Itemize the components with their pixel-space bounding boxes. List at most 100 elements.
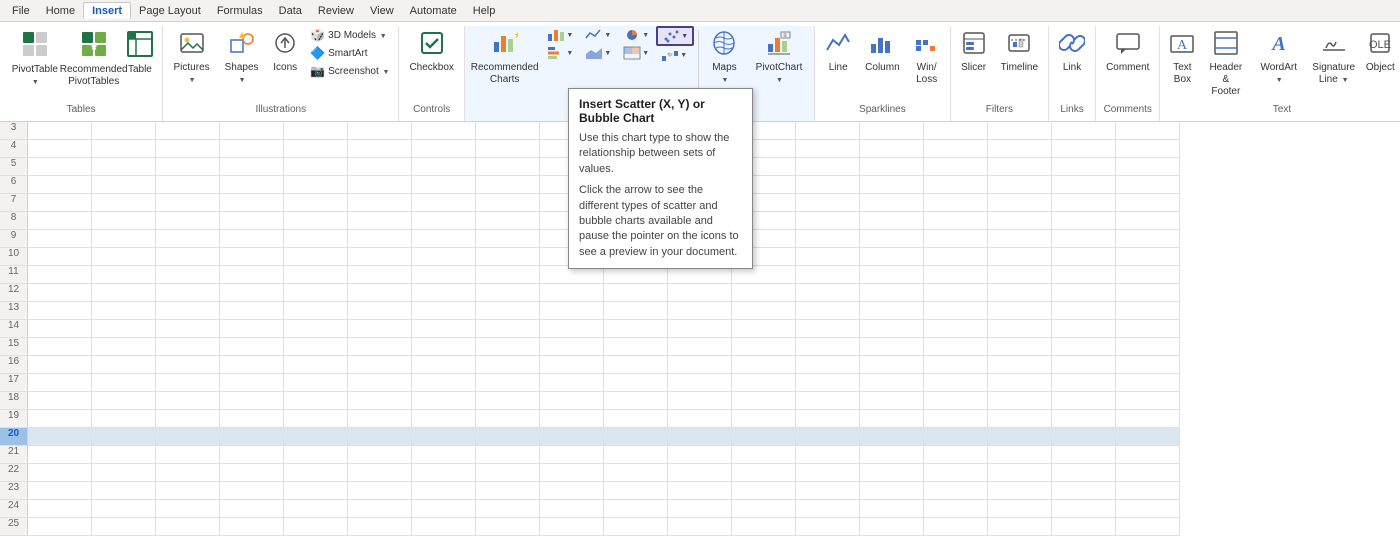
sheet-cell[interactable]	[1116, 302, 1180, 320]
sheet-cell[interactable]	[412, 212, 476, 230]
sheet-cell[interactable]	[988, 518, 1052, 536]
sheet-cell[interactable]	[156, 482, 220, 500]
sheet-cell[interactable]	[924, 482, 988, 500]
sheet-cell[interactable]	[412, 518, 476, 536]
sheet-cell[interactable]	[156, 410, 220, 428]
signature-line-button[interactable]: SignatureLine ▼	[1308, 26, 1359, 90]
sheet-cell[interactable]	[412, 266, 476, 284]
sheet-cell[interactable]	[348, 140, 412, 158]
sheet-cell[interactable]	[92, 302, 156, 320]
sheet-cell[interactable]	[156, 248, 220, 266]
sheet-cell[interactable]	[348, 176, 412, 194]
sheet-cell[interactable]	[28, 140, 92, 158]
sheet-cell[interactable]	[796, 374, 860, 392]
sheet-cell[interactable]	[732, 302, 796, 320]
sheet-cell[interactable]	[284, 230, 348, 248]
menu-file[interactable]: File	[4, 3, 38, 19]
sheet-cell[interactable]	[988, 158, 1052, 176]
sheet-cell[interactable]	[92, 140, 156, 158]
sheet-cell[interactable]	[1116, 230, 1180, 248]
sheet-cell[interactable]	[796, 302, 860, 320]
sheet-cell[interactable]	[92, 122, 156, 140]
sheet-cell[interactable]	[924, 158, 988, 176]
sheet-cell[interactable]	[28, 302, 92, 320]
sheet-cell[interactable]	[156, 176, 220, 194]
sheet-cell[interactable]	[860, 158, 924, 176]
sheet-cell[interactable]	[156, 392, 220, 410]
sheet-cell[interactable]	[1116, 518, 1180, 536]
sheet-cell[interactable]	[860, 464, 924, 482]
sheet-cell[interactable]	[1052, 392, 1116, 410]
sheet-cell[interactable]	[860, 320, 924, 338]
sheet-cell[interactable]	[28, 338, 92, 356]
sheet-cell[interactable]	[1052, 374, 1116, 392]
sheet-cell[interactable]	[220, 158, 284, 176]
sheet-cell[interactable]	[924, 446, 988, 464]
line-chart-button[interactable]: ▼	[580, 26, 616, 44]
sheet-cell[interactable]	[796, 266, 860, 284]
sheet-cell[interactable]	[28, 464, 92, 482]
sheet-cell[interactable]	[220, 500, 284, 518]
sheet-cell[interactable]	[220, 302, 284, 320]
sheet-cell[interactable]	[28, 248, 92, 266]
sheet-cell[interactable]	[988, 482, 1052, 500]
sheet-cell[interactable]	[668, 320, 732, 338]
sheet-cell[interactable]	[92, 500, 156, 518]
comment-button[interactable]: Comment	[1100, 26, 1155, 78]
sheet-cell[interactable]	[540, 320, 604, 338]
sheet-cell[interactable]	[924, 320, 988, 338]
sheet-cell[interactable]	[92, 464, 156, 482]
sheet-cell[interactable]	[924, 284, 988, 302]
sheet-cell[interactable]	[412, 446, 476, 464]
sheet-cell[interactable]	[412, 482, 476, 500]
sheet-cell[interactable]	[284, 320, 348, 338]
sheet-cell[interactable]	[476, 374, 540, 392]
sheet-cell[interactable]	[924, 212, 988, 230]
sheet-cell[interactable]	[1116, 338, 1180, 356]
sheet-cell[interactable]	[28, 320, 92, 338]
sheet-cell[interactable]	[284, 410, 348, 428]
sheet-cell[interactable]	[540, 374, 604, 392]
sheet-cell[interactable]	[540, 338, 604, 356]
sheet-cell[interactable]	[412, 248, 476, 266]
sheet-cell[interactable]	[476, 302, 540, 320]
sheet-cell[interactable]	[92, 446, 156, 464]
timeline-button[interactable]: Timeline	[995, 26, 1044, 78]
sheet-cell[interactable]	[284, 392, 348, 410]
sheet-cell[interactable]	[92, 392, 156, 410]
line-sparkline-button[interactable]: Line	[819, 26, 857, 78]
sheet-cell[interactable]	[924, 194, 988, 212]
sheet-cell[interactable]	[28, 284, 92, 302]
sheet-cell[interactable]	[732, 338, 796, 356]
sheet-cell[interactable]	[796, 194, 860, 212]
bar-chart-button[interactable]: ▼	[542, 44, 578, 62]
sheet-cell[interactable]	[28, 158, 92, 176]
sheet-cell[interactable]	[220, 248, 284, 266]
sheet-cell[interactable]	[732, 482, 796, 500]
pictures-button[interactable]: Pictures ▼	[167, 26, 216, 90]
sheet-cell[interactable]	[348, 212, 412, 230]
sheet-cell[interactable]	[476, 446, 540, 464]
sheet-cell[interactable]	[924, 248, 988, 266]
sheet-cell[interactable]	[1116, 212, 1180, 230]
sheet-cell[interactable]	[1052, 446, 1116, 464]
sheet-cell[interactable]	[860, 482, 924, 500]
sheet-cell[interactable]	[540, 428, 604, 446]
table-button[interactable]: Table	[122, 26, 158, 80]
sheet-cell[interactable]	[732, 446, 796, 464]
sheet-cell[interactable]	[284, 374, 348, 392]
sheet-cell[interactable]	[284, 140, 348, 158]
sheet-cell[interactable]	[924, 266, 988, 284]
sheet-cell[interactable]	[1116, 446, 1180, 464]
pivot-chart-button[interactable]: ≡ PivotChart ▼	[748, 26, 810, 90]
sheet-cell[interactable]	[348, 266, 412, 284]
sheet-cell[interactable]	[348, 158, 412, 176]
recommended-pivottables-button[interactable]: ★ RecommendedPivotTables	[68, 26, 120, 92]
sheet-cell[interactable]	[668, 338, 732, 356]
sheet-cell[interactable]	[924, 338, 988, 356]
sheet-cell[interactable]	[668, 356, 732, 374]
sheet-cell[interactable]	[156, 284, 220, 302]
sheet-cell[interactable]	[796, 212, 860, 230]
sheet-cell[interactable]	[476, 194, 540, 212]
sheet-cell[interactable]	[1052, 176, 1116, 194]
